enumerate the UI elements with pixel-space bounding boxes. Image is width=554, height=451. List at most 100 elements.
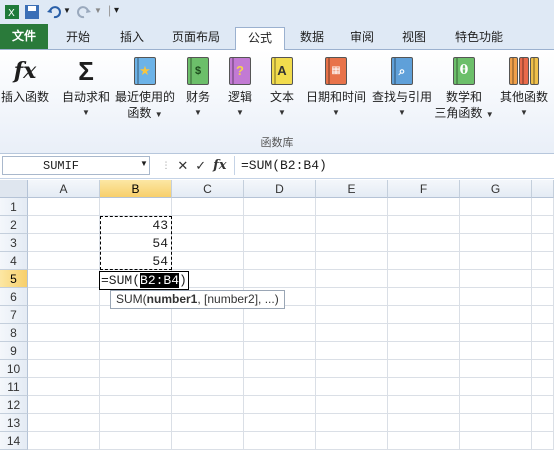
grid-cell[interactable] [532,414,554,432]
grid-cell[interactable] [100,324,172,342]
grid-cell[interactable] [316,234,388,252]
grid-cell[interactable] [316,378,388,396]
grid-cell[interactable] [316,360,388,378]
more-functions-button[interactable]: 其他函数 ▼ [496,56,552,121]
grid-cell[interactable] [244,342,316,360]
tab-file[interactable]: 文件 [0,24,48,49]
grid-cell[interactable] [460,396,532,414]
function-argument-tooltip[interactable]: SUM(number1, [number2], ...) [110,290,285,309]
grid-cell[interactable] [388,252,460,270]
grid-cell[interactable] [172,234,244,252]
grid-cell[interactable] [172,252,244,270]
cell-b2[interactable]: 43 [100,217,168,235]
grid-cell[interactable] [100,198,172,216]
grid-cell[interactable] [172,432,244,450]
grid-cell[interactable] [316,414,388,432]
tab-data[interactable]: 数据 [290,27,334,48]
grid-cell[interactable] [388,306,460,324]
cancel-icon[interactable]: ✕ [177,158,188,174]
grid-cell[interactable] [388,234,460,252]
tab-special-features[interactable]: 特色功能 [446,27,512,48]
row-header-6[interactable]: 6 [0,288,28,306]
date-time-button[interactable]: ▦ 日期和时间 ▼ [304,56,368,121]
grid-cell[interactable] [100,342,172,360]
grid-cell[interactable] [244,396,316,414]
grid-cell[interactable] [460,324,532,342]
grid-cell[interactable] [244,378,316,396]
grid-cell[interactable] [460,306,532,324]
text-button[interactable]: A 文本 ▼ [264,56,300,121]
cell-b3[interactable]: 54 [100,235,168,253]
grid-cell[interactable] [28,396,100,414]
grid-cell[interactable] [388,324,460,342]
grid-cell[interactable] [316,216,388,234]
grid-cell[interactable] [532,252,554,270]
row-header-13[interactable]: 13 [0,414,28,432]
undo-icon[interactable] [46,4,62,20]
row-header-2[interactable]: 2 [0,216,28,234]
grid-cell[interactable] [172,378,244,396]
grid-cell[interactable] [28,324,100,342]
grid-cell[interactable] [532,324,554,342]
grid-cell[interactable] [244,270,316,288]
grid-cell[interactable] [460,270,532,288]
grid-cell[interactable] [532,342,554,360]
row-header-3[interactable]: 3 [0,234,28,252]
grid-cell[interactable] [532,306,554,324]
cell-b4[interactable]: 54 [100,253,168,271]
row-header-12[interactable]: 12 [0,396,28,414]
grid-cell[interactable] [28,270,100,288]
grid-cell[interactable] [388,270,460,288]
grid-cell[interactable] [388,360,460,378]
grid-cell[interactable] [460,234,532,252]
enter-check-icon[interactable]: ✓ [195,158,206,174]
grid-cell[interactable] [244,324,316,342]
tab-view[interactable]: 视图 [392,27,436,48]
grid-cell[interactable] [316,306,388,324]
lookup-reference-button[interactable]: ⌕ 查找与引用 ▼ [370,56,434,121]
row-header-1[interactable]: 1 [0,198,28,216]
row-header-14[interactable]: 14 [0,432,28,450]
insert-function-icon[interactable]: fx [213,158,226,173]
grid-cell[interactable] [172,342,244,360]
tab-review[interactable]: 审阅 [340,27,384,48]
grid-cell[interactable] [460,288,532,306]
save-icon[interactable] [24,4,40,20]
undo-dropdown-icon[interactable]: ▼ [63,6,71,15]
recently-used-button[interactable]: ★ 最近使用的 函数 ▼ [114,56,176,123]
grid-cell[interactable] [460,432,532,450]
grid-cell[interactable] [244,216,316,234]
grid-cell[interactable] [460,360,532,378]
grid-cell[interactable] [388,396,460,414]
tab-page-layout[interactable]: 页面布局 [162,27,230,48]
grid-cell[interactable] [532,234,554,252]
redo-dropdown-icon[interactable]: ▼ [94,6,102,15]
grid-cell[interactable] [532,432,554,450]
grid-cell[interactable] [388,414,460,432]
autosum-button[interactable]: Σ 自动求和 ▼ [60,56,112,121]
redo-icon[interactable] [76,4,92,20]
grid-cell[interactable] [28,198,100,216]
grid-cell[interactable] [244,234,316,252]
grid-cell[interactable] [28,306,100,324]
grid-cell[interactable] [460,198,532,216]
grid-cell[interactable] [28,360,100,378]
grid-cell[interactable] [100,414,172,432]
column-header-a[interactable]: A [28,180,100,198]
column-header-b[interactable]: B [100,180,172,198]
grid-cell[interactable] [388,288,460,306]
grid-cell[interactable] [244,252,316,270]
grid-cell[interactable] [460,252,532,270]
grid-cell[interactable] [316,198,388,216]
column-header-h[interactable] [532,180,554,198]
grid-cell[interactable] [388,342,460,360]
cell-b5-editor[interactable]: =SUM(B2:B4) [99,271,189,290]
grid-cell[interactable] [316,288,388,306]
grid-cell[interactable] [388,216,460,234]
formula-input[interactable]: =SUM(B2:B4) [234,156,552,175]
grid-cell[interactable] [172,414,244,432]
grid-cell[interactable] [460,378,532,396]
name-box-dropdown-icon[interactable]: ▼ [140,159,148,168]
grid-cell[interactable] [244,360,316,378]
grid-cell[interactable] [100,432,172,450]
